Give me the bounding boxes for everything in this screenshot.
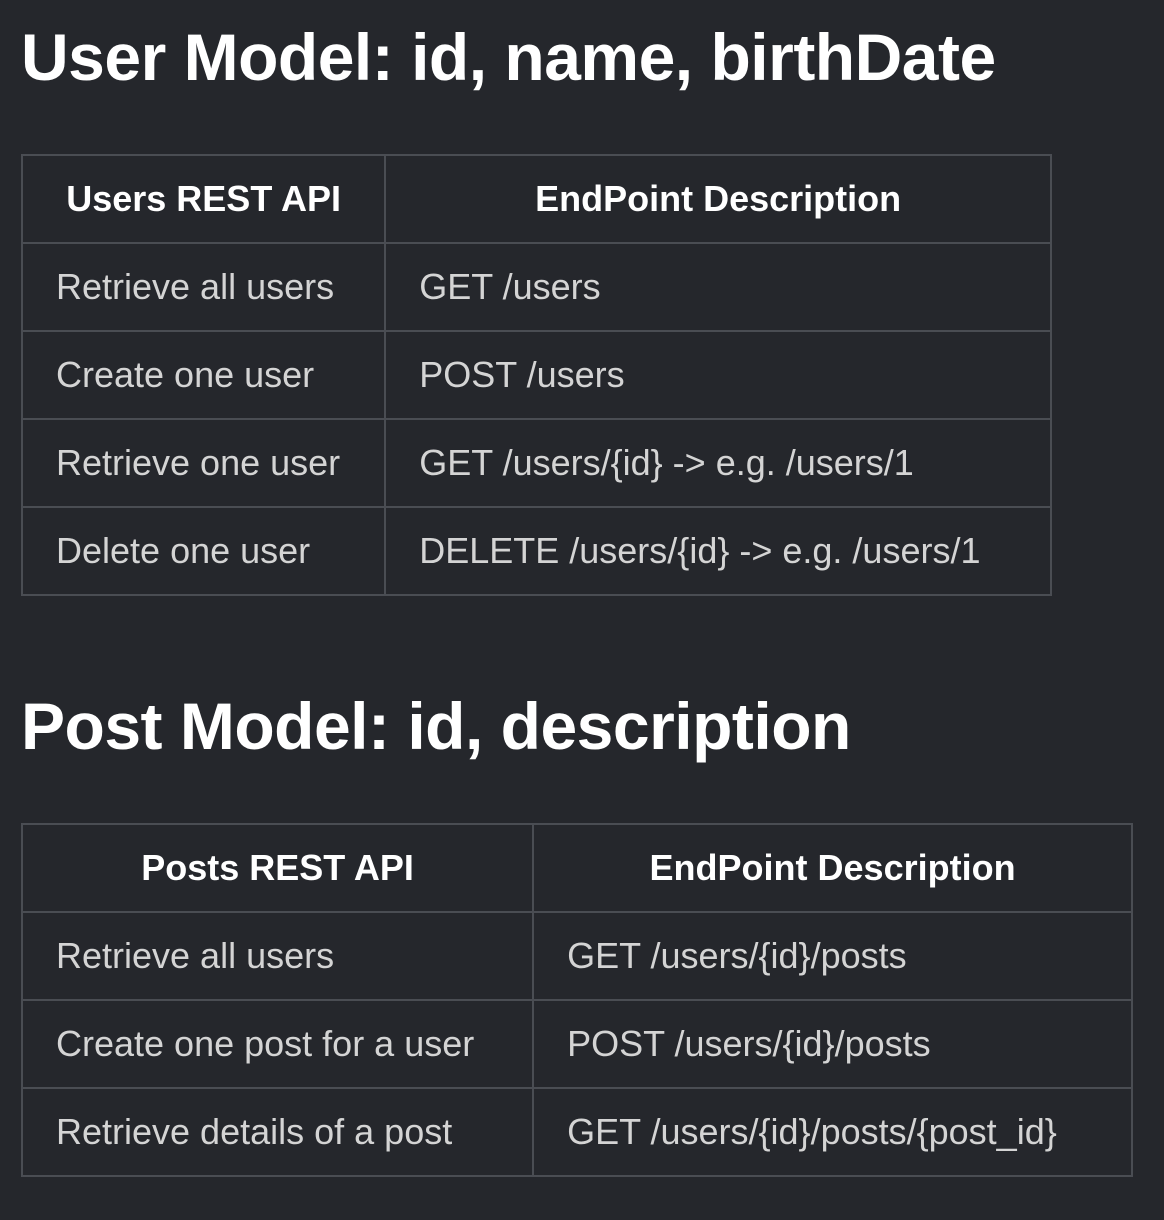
- user-model-heading: User Model: id, name, birthDate: [21, 20, 996, 94]
- table-row: Create one user POST /users: [20, 330, 1052, 420]
- table-row: Retrieve details of a post GET /users/{i…: [20, 1087, 1133, 1177]
- api-action-cell: Retrieve all users: [20, 242, 387, 332]
- api-action-cell: Retrieve all users: [20, 911, 535, 1001]
- table-header-row: Users REST API EndPoint Description: [20, 154, 1052, 244]
- post-model-heading: Post Model: id, description: [21, 689, 851, 763]
- api-action-cell: Delete one user: [20, 506, 387, 596]
- users-api-table: Users REST API EndPoint Description Retr…: [20, 154, 1052, 596]
- table-row: Retrieve one user GET /users/{id} -> e.g…: [20, 418, 1052, 508]
- endpoint-cell: GET /users/{id} -> e.g. /users/1: [384, 418, 1052, 508]
- api-action-cell: Retrieve details of a post: [20, 1087, 535, 1177]
- table-row: Retrieve all users GET /users/{id}/posts: [20, 911, 1133, 1001]
- column-header-api: Users REST API: [20, 154, 387, 244]
- api-action-cell: Create one user: [20, 330, 387, 420]
- column-header-endpoint: EndPoint Description: [532, 823, 1133, 913]
- endpoint-cell: POST /users: [384, 330, 1052, 420]
- column-header-api: Posts REST API: [20, 823, 535, 913]
- endpoint-cell: POST /users/{id}/posts: [532, 999, 1133, 1089]
- table-row: Delete one user DELETE /users/{id} -> e.…: [20, 506, 1052, 596]
- posts-api-table: Posts REST API EndPoint Description Retr…: [20, 823, 1133, 1177]
- api-action-cell: Retrieve one user: [20, 418, 387, 508]
- table-row: Create one post for a user POST /users/{…: [20, 999, 1133, 1089]
- table-header-row: Posts REST API EndPoint Description: [20, 823, 1133, 913]
- api-action-cell: Create one post for a user: [20, 999, 535, 1089]
- table-row: Retrieve all users GET /users: [20, 242, 1052, 332]
- endpoint-cell: GET /users/{id}/posts: [532, 911, 1133, 1001]
- endpoint-cell: DELETE /users/{id} -> e.g. /users/1: [384, 506, 1052, 596]
- column-header-endpoint: EndPoint Description: [384, 154, 1052, 244]
- endpoint-cell: GET /users/{id}/posts/{post_id}: [532, 1087, 1133, 1177]
- endpoint-cell: GET /users: [384, 242, 1052, 332]
